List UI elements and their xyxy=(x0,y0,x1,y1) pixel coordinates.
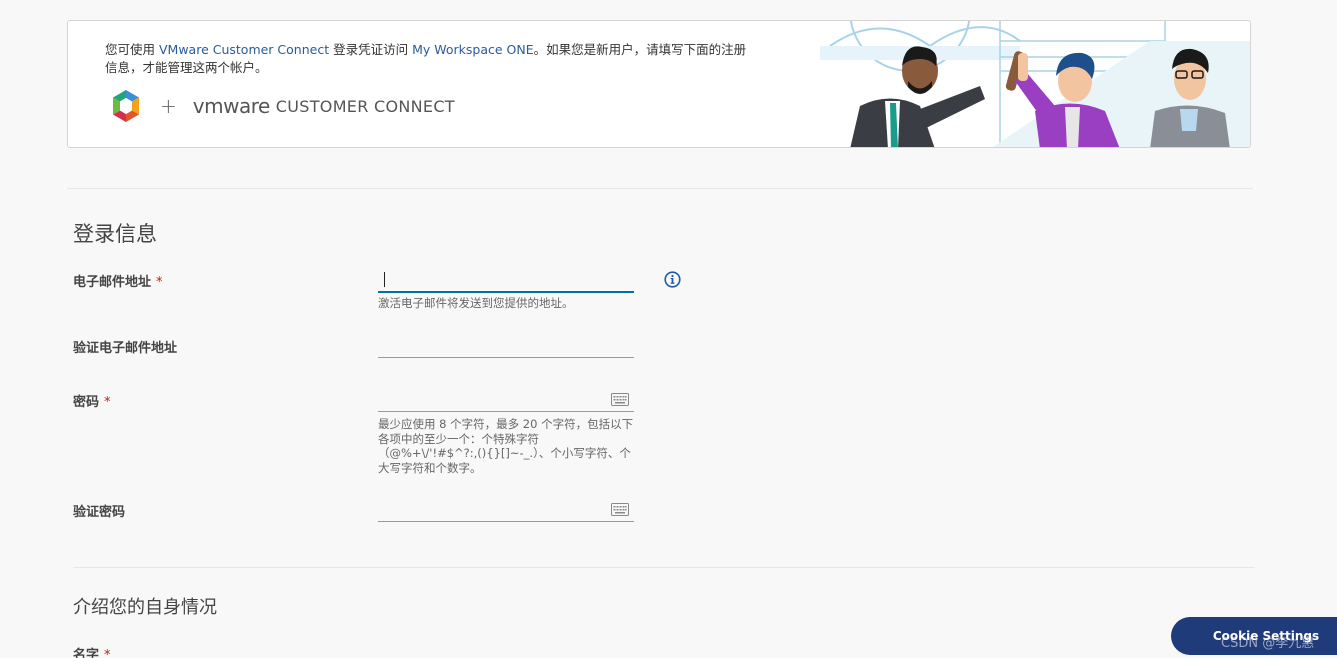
top-divider xyxy=(67,188,1253,189)
confirm-email-field[interactable] xyxy=(378,334,634,358)
customer-connect-logo-text: CUSTOMER CONNECT xyxy=(275,96,455,116)
banner-text-mid: 登录凭证访问 xyxy=(329,42,413,57)
email-label-text: 电子邮件地址 xyxy=(73,275,152,290)
info-icon[interactable] xyxy=(664,271,681,288)
confirm-email-label: 验证电子邮件地址 xyxy=(73,341,178,356)
password-hint: 最少应使用 8 个字符，最多 20 个字符，包括以下各项中的至少一个：个特殊字符… xyxy=(378,417,634,475)
keyboard-icon[interactable] xyxy=(611,393,629,406)
required-asterisk: * xyxy=(104,648,111,658)
first-name-label: 名字 * xyxy=(73,644,111,658)
required-asterisk: * xyxy=(104,395,111,410)
confirm-password-field[interactable] xyxy=(378,498,634,522)
email-field[interactable] xyxy=(378,269,634,293)
section-divider xyxy=(73,567,1255,568)
password-label-text: 密码 xyxy=(73,395,100,410)
email-label: 电子邮件地址 * xyxy=(73,271,163,290)
confirm-password-label: 验证密码 xyxy=(73,505,126,520)
high-five-illustration xyxy=(820,21,1250,147)
profile-section-title: 介绍您的自身情况 xyxy=(73,597,217,618)
keyboard-icon[interactable] xyxy=(611,503,629,516)
workspace-one-logo-icon xyxy=(113,90,139,122)
banner-description: 您可使用 VMware Customer Connect 登录凭证访问 My W… xyxy=(105,41,775,77)
partner-logos: + vmware CUSTOMER CONNECT xyxy=(110,89,455,123)
banner-text-pre: 您可使用 xyxy=(105,42,159,57)
login-section-title: 登录信息 xyxy=(73,222,157,246)
csdn-watermark: CSDN @李九惠 xyxy=(1221,636,1315,651)
banner-workspace-one-text: My Workspace ONE xyxy=(412,42,534,57)
vmware-logo: vmware xyxy=(192,94,271,118)
banner-text-post: 。如果您是新用户，请填写下面的注册 xyxy=(533,42,747,57)
banner-text-line2: 信息，才能管理这两个帐户。 xyxy=(105,60,268,75)
required-asterisk: * xyxy=(156,275,163,290)
plus-sign: + xyxy=(160,94,177,118)
text-cursor xyxy=(384,272,385,287)
banner-customer-connect-text: VMware Customer Connect xyxy=(158,42,330,57)
workspace-one-banner: 您可使用 VMware Customer Connect 登录凭证访问 My W… xyxy=(67,20,1251,148)
first-name-label-text: 名字 xyxy=(73,648,100,658)
password-field[interactable] xyxy=(378,388,634,412)
password-label: 密码 * xyxy=(73,391,111,410)
email-hint: 激活电子邮件将发送到您提供的地址。 xyxy=(378,296,574,310)
